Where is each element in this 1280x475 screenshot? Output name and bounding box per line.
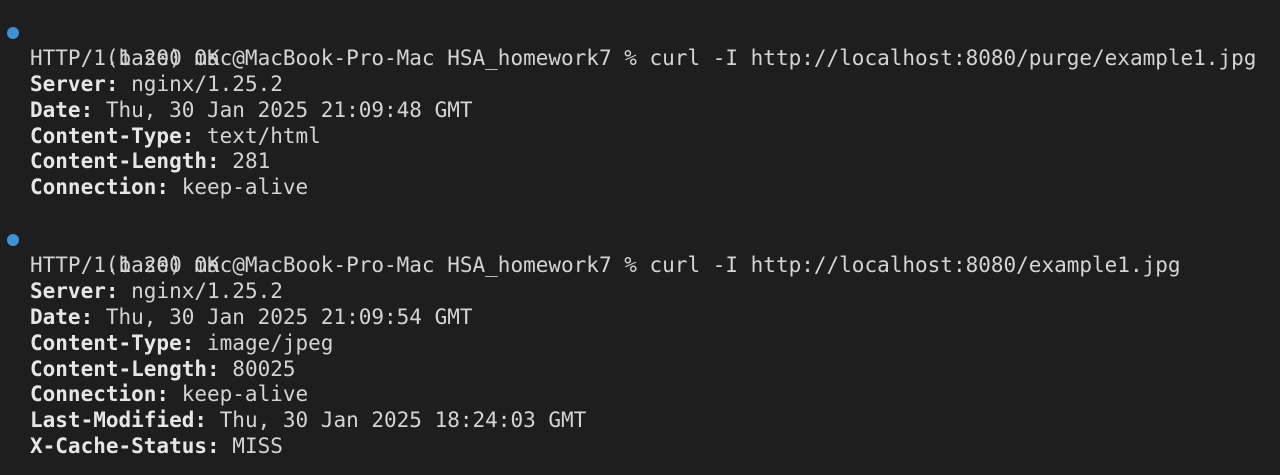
header-key: Date:	[30, 304, 94, 329]
header-key: Server:	[30, 278, 119, 303]
header-value: Thu, 30 Jan 2025 21:09:54 GMT	[93, 304, 473, 329]
header-key: Content-Type:	[30, 123, 195, 148]
header-value: keep-alive	[169, 382, 309, 407]
header-line: Content-Type: text/html	[0, 124, 1280, 150]
header-line: Connection: keep-alive	[0, 175, 1280, 201]
header-key: Content-Type:	[30, 330, 195, 355]
command-status-dot-icon[interactable]	[7, 234, 19, 247]
header-key: Content-Length:	[30, 356, 220, 381]
header-value: keep-alive	[169, 175, 309, 200]
command-status-dot-icon[interactable]	[7, 27, 19, 39]
header-key: Server:	[30, 71, 119, 96]
header-line: Connection: keep-alive	[0, 382, 1280, 408]
status-line: HTTP/1.1 200 OK	[0, 46, 1280, 72]
header-value: 80025	[219, 356, 296, 381]
header-value: image/jpeg	[194, 330, 334, 355]
header-value: MISS	[219, 434, 283, 459]
header-key: X-Cache-Status:	[30, 434, 220, 459]
header-key: Connection:	[30, 175, 170, 200]
prompt-line: (base) mac@MacBook-Pro-Mac HSA_homework7…	[0, 227, 1280, 277]
header-line: X-Cache-Status: MISS	[0, 434, 1280, 460]
header-line: Date: Thu, 30 Jan 2025 21:09:54 GMT	[0, 305, 1280, 331]
header-value: Thu, 30 Jan 2025 18:24:03 GMT	[207, 408, 587, 433]
header-line: Server: nginx/1.25.2	[0, 279, 1280, 305]
command-output-block: (base) mac@MacBook-Pro-Mac HSA_homework7…	[0, 20, 1280, 201]
header-line: Date: Thu, 30 Jan 2025 21:09:48 GMT	[0, 98, 1280, 124]
header-key: Connection:	[30, 382, 170, 407]
header-line: Server: nginx/1.25.2	[0, 72, 1280, 98]
http-status-text: HTTP/1.1 200 OK	[30, 45, 220, 70]
terminal-window[interactable]: (base) mac@MacBook-Pro-Mac HSA_homework7…	[0, 0, 1280, 475]
header-line: Content-Length: 281	[0, 149, 1280, 175]
header-line: Content-Length: 80025	[0, 357, 1280, 383]
header-value: text/html	[194, 123, 321, 148]
header-key: Date:	[30, 97, 94, 122]
header-value: nginx/1.25.2	[118, 278, 283, 303]
header-key: Content-Length:	[30, 149, 220, 174]
header-line: Last-Modified: Thu, 30 Jan 2025 18:24:03…	[0, 408, 1280, 434]
header-value: nginx/1.25.2	[118, 71, 283, 96]
header-value: 281	[219, 149, 271, 174]
http-status-text: HTTP/1.1 200 OK	[30, 253, 220, 278]
prompt-line: (base) mac@MacBook-Pro-Mac HSA_homework7…	[0, 20, 1280, 70]
header-key: Last-Modified:	[30, 408, 208, 433]
header-value: Thu, 30 Jan 2025 21:09:48 GMT	[93, 97, 473, 122]
command-output-block: (base) mac@MacBook-Pro-Mac HSA_homework7…	[0, 227, 1280, 460]
header-line: Content-Type: image/jpeg	[0, 331, 1280, 357]
status-line: HTTP/1.1 200 OK	[0, 253, 1280, 279]
